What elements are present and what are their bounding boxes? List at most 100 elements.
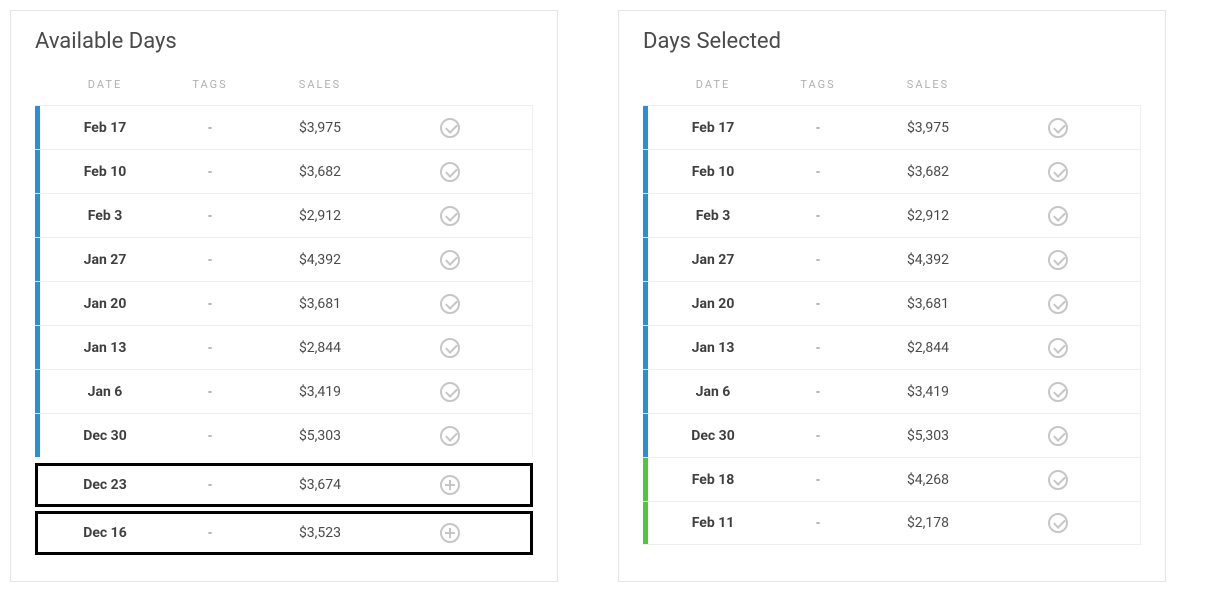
header-tags[interactable]: TAGS bbox=[778, 78, 858, 91]
row-date: Feb 10 bbox=[648, 164, 778, 180]
row-action bbox=[390, 250, 510, 270]
row-action bbox=[998, 294, 1118, 314]
check-circle-icon[interactable] bbox=[440, 338, 460, 358]
check-circle-icon[interactable] bbox=[440, 118, 460, 138]
table-row[interactable]: Feb 17-$3,975 bbox=[643, 105, 1141, 149]
row-tags: - bbox=[778, 428, 858, 444]
table-row[interactable]: Feb 17-$3,975 bbox=[35, 105, 533, 149]
row-date: Feb 17 bbox=[648, 120, 778, 136]
row-sales: $3,681 bbox=[250, 296, 390, 312]
header-tags[interactable]: TAGS bbox=[170, 78, 250, 91]
check-circle-icon[interactable] bbox=[1048, 162, 1068, 182]
row-sales: $3,975 bbox=[858, 120, 998, 136]
header-date[interactable]: DATE bbox=[648, 78, 778, 91]
row-tags: - bbox=[778, 515, 858, 531]
header-sales[interactable]: SALES bbox=[250, 78, 390, 91]
row-action bbox=[390, 382, 510, 402]
row-sales: $3,523 bbox=[250, 525, 390, 541]
table-row[interactable]: Feb 10-$3,682 bbox=[35, 149, 533, 193]
table-row[interactable]: Feb 18-$4,268 bbox=[643, 457, 1141, 501]
layout-container: Available Days DATE TAGS SALES Feb 17-$3… bbox=[10, 10, 1200, 582]
row-date: Feb 18 bbox=[648, 472, 778, 488]
row-date: Jan 6 bbox=[40, 384, 170, 400]
available-days-table: DATE TAGS SALES Feb 17-$3,975Feb 10-$3,6… bbox=[11, 70, 557, 581]
table-row[interactable]: Jan 27-$4,392 bbox=[643, 237, 1141, 281]
row-action bbox=[998, 382, 1118, 402]
row-action bbox=[998, 513, 1118, 533]
check-circle-icon[interactable] bbox=[1048, 294, 1068, 314]
available-days-panel: Available Days DATE TAGS SALES Feb 17-$3… bbox=[10, 10, 558, 582]
row-date: Feb 3 bbox=[40, 208, 170, 224]
plus-circle-icon[interactable] bbox=[440, 475, 460, 495]
table-row[interactable]: Feb 3-$2,912 bbox=[643, 193, 1141, 237]
table-row[interactable]: Jan 13-$2,844 bbox=[643, 325, 1141, 369]
row-date: Jan 6 bbox=[648, 384, 778, 400]
row-action bbox=[998, 206, 1118, 226]
plus-circle-icon[interactable] bbox=[440, 523, 460, 543]
table-row[interactable]: Jan 20-$3,681 bbox=[643, 281, 1141, 325]
row-tags: - bbox=[170, 120, 250, 136]
row-tags: - bbox=[778, 208, 858, 224]
row-tags: - bbox=[170, 384, 250, 400]
table-row[interactable]: Dec 16-$3,523 bbox=[35, 511, 533, 555]
table-row[interactable]: Feb 10-$3,682 bbox=[643, 149, 1141, 193]
check-circle-icon[interactable] bbox=[1048, 250, 1068, 270]
table-row[interactable]: Jan 6-$3,419 bbox=[35, 369, 533, 413]
row-sales: $3,674 bbox=[250, 477, 390, 493]
check-circle-icon[interactable] bbox=[1048, 338, 1068, 358]
row-sales: $4,392 bbox=[250, 252, 390, 268]
row-date: Jan 27 bbox=[648, 252, 778, 268]
row-tags: - bbox=[778, 384, 858, 400]
check-circle-icon[interactable] bbox=[1048, 426, 1068, 446]
check-circle-icon[interactable] bbox=[1048, 382, 1068, 402]
days-selected-panel: Days Selected DATE TAGS SALES Feb 17-$3,… bbox=[618, 10, 1166, 582]
check-circle-icon[interactable] bbox=[1048, 470, 1068, 490]
row-tags: - bbox=[778, 120, 858, 136]
table-row[interactable]: Jan 27-$4,392 bbox=[35, 237, 533, 281]
row-sales: $3,682 bbox=[858, 164, 998, 180]
row-action bbox=[998, 470, 1118, 490]
check-circle-icon[interactable] bbox=[1048, 206, 1068, 226]
check-circle-icon[interactable] bbox=[440, 250, 460, 270]
row-date: Jan 20 bbox=[40, 296, 170, 312]
check-circle-icon[interactable] bbox=[1048, 118, 1068, 138]
days-selected-table: DATE TAGS SALES Feb 17-$3,975Feb 10-$3,6… bbox=[619, 70, 1165, 569]
table-row[interactable]: Feb 11-$2,178 bbox=[643, 501, 1141, 545]
row-action bbox=[998, 118, 1118, 138]
table-row[interactable]: Dec 30-$5,303 bbox=[643, 413, 1141, 457]
days-selected-rows: Feb 17-$3,975Feb 10-$3,682Feb 3-$2,912Ja… bbox=[643, 105, 1141, 545]
table-row[interactable]: Jan 13-$2,844 bbox=[35, 325, 533, 369]
header-sales[interactable]: SALES bbox=[858, 78, 998, 91]
check-circle-icon[interactable] bbox=[1048, 513, 1068, 533]
row-action bbox=[390, 118, 510, 138]
row-tags: - bbox=[170, 477, 250, 493]
table-row[interactable]: Feb 3-$2,912 bbox=[35, 193, 533, 237]
row-date: Feb 3 bbox=[648, 208, 778, 224]
row-sales: $3,419 bbox=[858, 384, 998, 400]
row-tags: - bbox=[170, 164, 250, 180]
check-circle-icon[interactable] bbox=[440, 382, 460, 402]
check-circle-icon[interactable] bbox=[440, 294, 460, 314]
available-days-rows: Feb 17-$3,975Feb 10-$3,682Feb 3-$2,912Ja… bbox=[35, 105, 533, 555]
row-tags: - bbox=[170, 340, 250, 356]
row-tags: - bbox=[778, 164, 858, 180]
row-sales: $5,303 bbox=[250, 428, 390, 444]
check-circle-icon[interactable] bbox=[440, 426, 460, 446]
row-sales: $2,844 bbox=[858, 340, 998, 356]
row-sales: $2,178 bbox=[858, 515, 998, 531]
row-sales: $3,419 bbox=[250, 384, 390, 400]
table-row[interactable]: Jan 20-$3,681 bbox=[35, 281, 533, 325]
header-date[interactable]: DATE bbox=[40, 78, 170, 91]
row-date: Feb 10 bbox=[40, 164, 170, 180]
check-circle-icon[interactable] bbox=[440, 162, 460, 182]
table-row[interactable]: Jan 6-$3,419 bbox=[643, 369, 1141, 413]
row-tags: - bbox=[170, 428, 250, 444]
table-row[interactable]: Dec 30-$5,303 bbox=[35, 413, 533, 457]
table-row[interactable]: Dec 23-$3,674 bbox=[35, 463, 533, 507]
row-sales: $4,392 bbox=[858, 252, 998, 268]
row-tags: - bbox=[778, 340, 858, 356]
row-action bbox=[390, 294, 510, 314]
row-date: Dec 30 bbox=[40, 428, 170, 444]
row-tags: - bbox=[778, 252, 858, 268]
check-circle-icon[interactable] bbox=[440, 206, 460, 226]
